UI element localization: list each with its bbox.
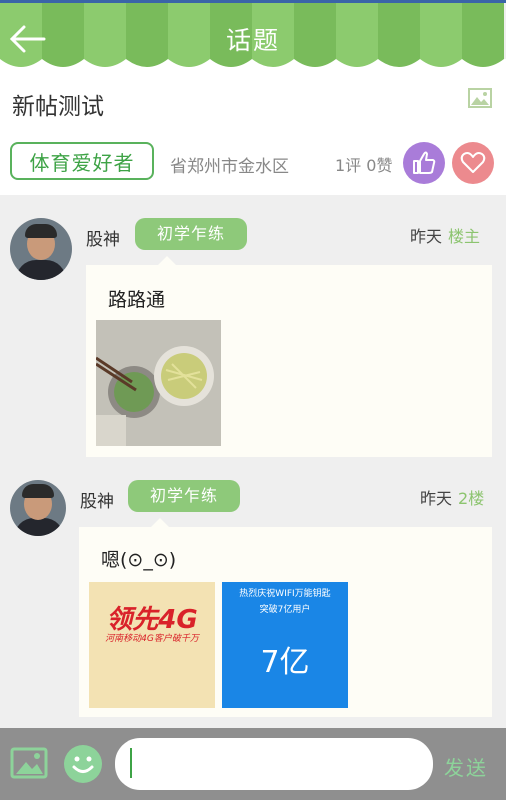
- thumbs-up-icon: [413, 151, 436, 174]
- level-badge: 初学乍练: [135, 218, 247, 250]
- reply-time: 昨天 2楼: [420, 485, 484, 509]
- post-header: 新帖测试 体育爱好者 省郑州市金水区 1评 0赞: [0, 73, 506, 195]
- gallery-icon: [10, 747, 48, 779]
- post-title: 新帖测试: [12, 94, 104, 120]
- reply-item: 股神 初学乍练 昨天 楼主 路路通: [0, 195, 506, 465]
- floor-label: 楼主: [448, 227, 481, 246]
- reply-photo[interactable]: [96, 320, 221, 446]
- reply-text: 路路通: [108, 289, 166, 311]
- floor-label: 2楼: [458, 489, 485, 508]
- username[interactable]: 股神: [86, 225, 120, 250]
- add-image-button[interactable]: [10, 745, 50, 781]
- food-photo: [96, 320, 221, 446]
- username[interactable]: 股神: [80, 487, 114, 512]
- reply-time: 昨天 楼主: [410, 223, 480, 247]
- reply-photo-4g[interactable]: 领先4G 河南移动4G客户破千万: [89, 582, 215, 708]
- avatar[interactable]: [10, 218, 72, 280]
- awning-scallops: [0, 59, 506, 73]
- ad-big-number: 7亿: [260, 645, 310, 680]
- category-tag[interactable]: 体育爱好者: [10, 142, 154, 180]
- send-button[interactable]: 发送: [444, 752, 488, 781]
- favorite-button[interactable]: [452, 142, 494, 184]
- text-caret: [130, 748, 132, 778]
- app-header: 话题: [0, 3, 506, 73]
- reply-photo-wifi[interactable]: 热烈庆祝WIFI万能钥匙 突破7亿用户 7亿: [222, 582, 348, 708]
- message-input[interactable]: [115, 738, 433, 790]
- like-button[interactable]: [403, 142, 445, 184]
- time-text: 昨天: [410, 227, 443, 246]
- ad-top-line: 热烈庆祝WIFI万能钥匙: [239, 589, 331, 599]
- reply-bubble: 嗯(⊙_⊙) 领先4G 河南移动4G客户破千万 热烈庆祝WIFI万能钥匙 突破7…: [79, 518, 492, 717]
- time-text: 昨天: [420, 489, 453, 508]
- reply-bubble: 路路通: [86, 256, 492, 457]
- post-location: 省郑州市金水区: [170, 157, 289, 177]
- page-title: 话题: [225, 26, 280, 55]
- reply-item: 股神 初学乍练 昨天 2楼 嗯(⊙_⊙) 领先4G 河南移动4G客户破千万 热烈庆…: [0, 465, 506, 728]
- avatar[interactable]: [10, 480, 66, 536]
- image-icon[interactable]: [468, 88, 492, 112]
- reply-text: 嗯(⊙_⊙): [101, 549, 177, 571]
- post-stats: 1评 0赞: [335, 156, 393, 175]
- smiley-icon: [72, 756, 94, 773]
- ad-subline: 河南移动4G客户破千万: [105, 634, 199, 644]
- ad-mid-line: 突破7亿用户: [259, 605, 311, 615]
- heart-icon: [460, 152, 486, 173]
- level-badge: 初学乍练: [128, 480, 240, 512]
- composer-bar: 发送: [0, 728, 506, 800]
- emoji-button[interactable]: [64, 745, 102, 783]
